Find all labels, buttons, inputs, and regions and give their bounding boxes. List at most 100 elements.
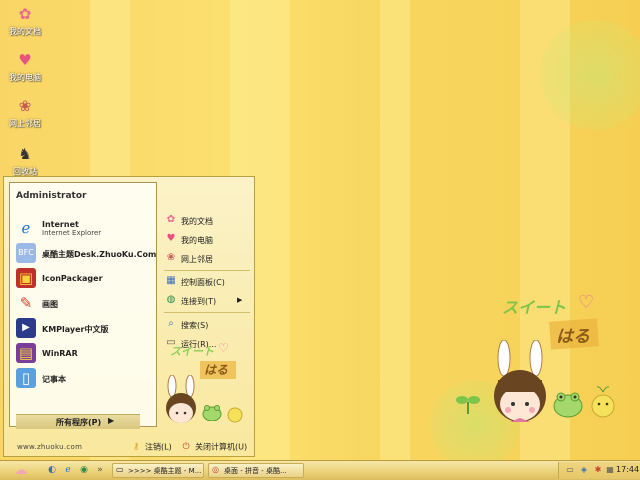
documents-icon: ✿ (18, 5, 32, 23)
show-desktop-icon[interactable]: ◐ (46, 464, 58, 476)
program-title: 桌酷主题Desk.ZhuoKu.Com (42, 250, 157, 259)
menu-separator (164, 270, 250, 271)
chrome-icon: ◎ (212, 465, 219, 474)
kmplayer-icon: ▶ (16, 318, 36, 338)
paint-icon: ✎ (19, 294, 33, 312)
arrow-right-icon: ▶ (108, 416, 115, 425)
menu-item-label: 连接到(T) (181, 297, 217, 306)
menu-item-search[interactable]: ⌕ 搜索(S) (164, 317, 254, 333)
wallpaper-stripe (380, 0, 410, 460)
menu-item-label: 我的文档 (181, 217, 213, 226)
desktop-icon-documents[interactable]: ✿ 我的文档 (0, 4, 50, 37)
task-button-desktop[interactable]: ◎ 桌面 - 拼音 - 桌酷... (208, 463, 304, 478)
ime-icon[interactable]: ▦ (605, 465, 615, 475)
control-panel-icon: ▦ (166, 275, 176, 286)
system-tray: ▭ ◈ ✱ ▦ 17:44 (558, 462, 640, 479)
menu-sticker-text: スイート (170, 345, 214, 358)
program-title: Internet (42, 220, 79, 229)
start-menu-programs-pane: Administrator ℯ Internet Internet Explor… (9, 182, 157, 427)
iconpackager-icon: ▣ (16, 268, 36, 288)
bunny-girl-illustration (494, 340, 546, 422)
chick-illustration (591, 386, 615, 418)
task-button-zhuoku[interactable]: ▭ >>>> 桌酷主题 - M... (112, 463, 204, 478)
computer-icon: ♥ (18, 51, 32, 69)
program-title: IconPackager (42, 274, 103, 283)
heart-icon: ♡ (218, 341, 229, 355)
program-title: 记事本 (42, 375, 66, 384)
menu-item-label: 搜索(S) (181, 321, 209, 330)
menu-item-connect-to[interactable]: ◍ 连接到(T) ▶ (164, 293, 254, 309)
window-icon: ▭ (116, 465, 124, 474)
program-zhuoku[interactable]: BFC 桌酷主题Desk.ZhuoKu.Com (16, 242, 157, 264)
internet-explorer-icon[interactable]: ℯ (62, 464, 74, 476)
wallpaper-green-glow (540, 20, 640, 130)
menu-item-label: 控制面板(C) (181, 278, 225, 287)
arrow-right-icon: ▶ (237, 296, 243, 304)
frog-illustration (553, 392, 583, 418)
program-subtitle: Internet Explorer (42, 229, 102, 237)
media-icon[interactable]: ◉ (78, 464, 90, 476)
documents-icon: ✿ (166, 214, 176, 225)
security-icon[interactable]: ✱ (593, 465, 603, 475)
connect-icon: ◍ (166, 294, 176, 305)
logoff-label: 注销(L) (145, 442, 172, 452)
desktop-icon-label: 网上邻居 (9, 119, 41, 128)
chick-illustration (227, 407, 243, 423)
key-icon: ⚷ (132, 442, 140, 452)
desktop-icon-recycle-bin[interactable]: ♞ 回收站 (0, 144, 50, 177)
network-icon: ❀ (166, 252, 176, 263)
start-button[interactable]: ☁ (6, 462, 36, 479)
user-name: Administrator (16, 191, 87, 201)
all-programs-label: 所有程序(P) (56, 418, 102, 427)
cloud-heart-icon: ☁ (14, 463, 28, 478)
desktop-icon-network[interactable]: ❀ 网上邻居 (0, 96, 50, 129)
desktop-icon-label: 我的电脑 (9, 73, 41, 82)
program-title: KMPlayer中文版 (42, 325, 109, 334)
frog-illustration (202, 405, 222, 421)
menu-sticker-text: はる (204, 363, 229, 377)
search-icon: ⌕ (168, 318, 174, 329)
task-label: 桌面 - 拼音 - 桌酷... (224, 467, 287, 475)
menu-item-network[interactable]: ❀ 网上邻居 (164, 251, 254, 267)
network-tray-icon[interactable]: ▭ (565, 465, 575, 475)
menu-item-control-panel[interactable]: ▦ 控制面板(C) (164, 274, 254, 290)
winrar-icon: ▤ (16, 343, 36, 363)
task-label: >>>> 桌酷主题 - M... (128, 467, 202, 475)
program-internet-explorer[interactable]: ℯ Internet Internet Explorer (16, 217, 154, 239)
all-programs-button[interactable]: 所有程序(P) ▶ (16, 414, 140, 429)
notepad-icon: ▯ (16, 368, 36, 388)
sprout-illustration (456, 396, 480, 414)
menu-item-computer[interactable]: ♥ 我的电脑 (164, 232, 254, 248)
clock[interactable]: 17:44 (616, 465, 639, 474)
menu-separator (164, 312, 250, 313)
quicklaunch-arrow-icon[interactable]: » (94, 464, 106, 476)
program-title: WinRAR (42, 349, 78, 358)
computer-icon: ♥ (166, 233, 176, 244)
menu-item-documents[interactable]: ✿ 我的文档 (164, 213, 254, 229)
network-icon: ❀ (18, 97, 32, 115)
program-iconpackager[interactable]: ▣ IconPackager (16, 267, 154, 289)
logoff-button[interactable]: ⚷ 注销(L) (130, 441, 172, 455)
program-notepad[interactable]: ▯ 记事本 (16, 367, 154, 389)
wallpaper-sticker-text: スイート (502, 298, 567, 317)
wallpaper-sticker-text: はる (556, 327, 590, 347)
desktop-icon-computer[interactable]: ♥ 我的电脑 (0, 50, 50, 83)
recycle-bin-icon: ♞ (18, 145, 32, 163)
bunny-girl-illustration (166, 375, 196, 423)
program-title: 画图 (42, 300, 58, 309)
program-paint[interactable]: ✎ 画图 (16, 292, 154, 314)
program-kmplayer[interactable]: ▶ KMPlayer中文版 (16, 317, 154, 339)
brand-text: www.zhuoku.com (17, 443, 83, 451)
shutdown-label: 关闭计算机(U) (195, 442, 248, 452)
heart-icon: ♡ (578, 292, 595, 313)
program-winrar[interactable]: ▤ WinRAR (16, 342, 154, 364)
zhuoku-icon: BFC (16, 243, 36, 263)
shutdown-button[interactable]: ⏻ 关闭计算机(U) (180, 441, 247, 455)
desktop-icon-label: 我的文档 (9, 27, 41, 36)
menu-item-label: 网上邻居 (181, 255, 213, 264)
taskbar: ☁ ◐ ℯ ◉ » ▭ >>>> 桌酷主题 - M... ◎ 桌面 - 拼音 -… (0, 460, 640, 480)
volume-icon[interactable]: ◈ (579, 465, 589, 475)
menu-item-label: 我的电脑 (181, 236, 213, 245)
power-icon: ⏻ (182, 442, 190, 452)
start-menu: Administrator ℯ Internet Internet Explor… (3, 176, 255, 457)
